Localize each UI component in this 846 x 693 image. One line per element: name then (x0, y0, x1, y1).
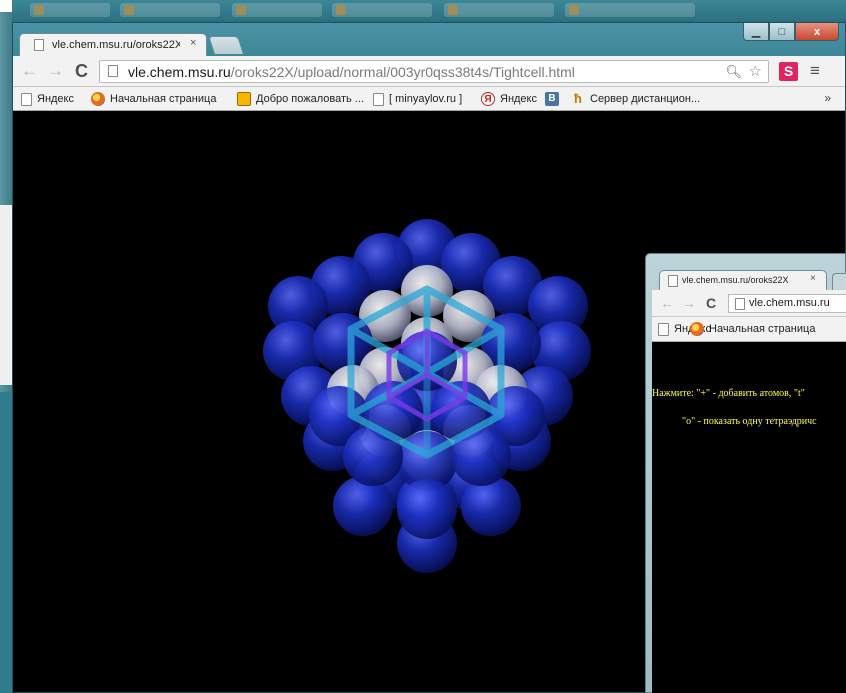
second-tab[interactable]: vle.chem.msu.ru/oroks22X × (659, 270, 827, 290)
background-tab (444, 3, 554, 17)
instruction-line: "o" - показать одну тетраэдричс (682, 416, 817, 427)
second-toolbar: ← → C vle.chem.msu.ru (652, 290, 846, 317)
bookmark-label: Яндекс (500, 93, 537, 105)
bookmark-label: Добро пожаловать ... (256, 93, 364, 105)
bookmarks-more-icon[interactable]: » (824, 91, 831, 105)
atom-sphere-blue (397, 479, 457, 539)
new-tab-button[interactable] (832, 273, 846, 290)
document-icon (658, 322, 669, 336)
bookmark-item[interactable]: ħ Сервер дистанцион... (571, 91, 700, 107)
bookmark-label: Начальная страница (709, 323, 816, 335)
extension-s-icon[interactable]: S (779, 62, 798, 81)
forward-arrow-icon[interactable]: → (47, 62, 64, 80)
bookmark-item[interactable]: [ minyaylov.ru ] (373, 91, 462, 107)
tab-strip: vle.chem.msu.ru/oroks22X × (13, 31, 845, 56)
background-tab (232, 3, 322, 17)
second-url-text: vle.chem.msu.ru (749, 297, 830, 309)
vk-icon: В (545, 92, 559, 106)
bookmark-label: [ minyaylov.ru ] (389, 93, 463, 105)
bookmark-label: Начальная страница (110, 93, 217, 105)
background-tab (30, 3, 110, 17)
background-tab (565, 3, 695, 17)
background-tab (332, 3, 432, 17)
zoom-icon[interactable]: 🔍︎ (725, 64, 742, 80)
atom-sphere-blue (461, 476, 521, 536)
address-bar[interactable]: vle.chem.msu.ru/oroks22X/upload/normal/0… (99, 60, 769, 83)
document-icon (373, 92, 384, 106)
desktop: ▁ □ x vle.chem.msu.ru/oroks22X × ← → C v… (0, 0, 846, 693)
bookmarks-bar: Яндекс Начальная страница Добро пожаловать… (13, 87, 845, 111)
back-arrow-icon[interactable]: ← (21, 62, 38, 80)
second-bookmarks-bar: ЯндексНачальная страница (652, 317, 846, 342)
square-logo-icon (237, 92, 251, 106)
second-page-viewport: Нажмите: "+" - добавить атомов, "t" "o" … (652, 342, 846, 693)
bookmark-item[interactable]: Яндекс (21, 91, 74, 107)
background-tab (120, 3, 220, 17)
bookmark-item[interactable]: В (545, 91, 564, 107)
reload-icon[interactable]: C (706, 295, 716, 311)
second-browser-window: vle.chem.msu.ru/oroks22X × ← → C vle.che… (645, 253, 846, 693)
tab-close-icon[interactable]: × (810, 273, 816, 284)
yandex-icon: Я (481, 92, 495, 106)
bookmark-label: Сервер дистанцион... (590, 93, 701, 105)
bookmark-item[interactable]: Добро пожаловать ... (237, 91, 364, 107)
firefox-icon (91, 92, 105, 106)
second-address-bar[interactable]: vle.chem.msu.ru (728, 294, 846, 313)
reload-icon[interactable]: C (75, 62, 88, 80)
msu-icon: ħ (574, 91, 582, 106)
page-icon (735, 298, 745, 310)
page-icon (668, 275, 678, 287)
bookmark-item[interactable]: Начальная страница (690, 321, 815, 337)
second-tab-title: vle.chem.msu.ru/oroks22X (682, 275, 789, 285)
firefox-icon (690, 322, 704, 336)
document-icon (21, 92, 32, 106)
url-text: vle.chem.msu.ru/oroks22X/upload/normal/0… (128, 64, 575, 80)
forward-arrow-icon[interactable]: → (682, 295, 696, 311)
tab-tightcell[interactable]: vle.chem.msu.ru/oroks22X × (19, 33, 207, 56)
menu-icon[interactable]: ≡ (810, 61, 820, 81)
page-icon (34, 39, 44, 51)
instruction-line: Нажмите: "+" - добавить атомов, "t" (652, 388, 805, 399)
background-window-tabstrip (0, 0, 846, 22)
bookmark-item[interactable]: Начальная страница (91, 91, 216, 107)
new-tab-button[interactable] (208, 36, 244, 54)
atom-sphere-blue (333, 476, 393, 536)
page-icon (108, 65, 118, 77)
bookmark-item[interactable]: Я Яндекс (481, 91, 537, 107)
bookmark-star-icon[interactable]: ☆ (749, 62, 762, 80)
tab-close-icon[interactable]: × (190, 37, 196, 49)
background-window-edge (0, 0, 12, 693)
browser-toolbar: ← → C vle.chem.msu.ru/oroks22X/upload/no… (13, 56, 845, 87)
bookmark-label: Яндекс (37, 93, 74, 105)
back-arrow-icon[interactable]: ← (660, 295, 674, 311)
tab-title: vle.chem.msu.ru/oroks22X (52, 39, 180, 51)
